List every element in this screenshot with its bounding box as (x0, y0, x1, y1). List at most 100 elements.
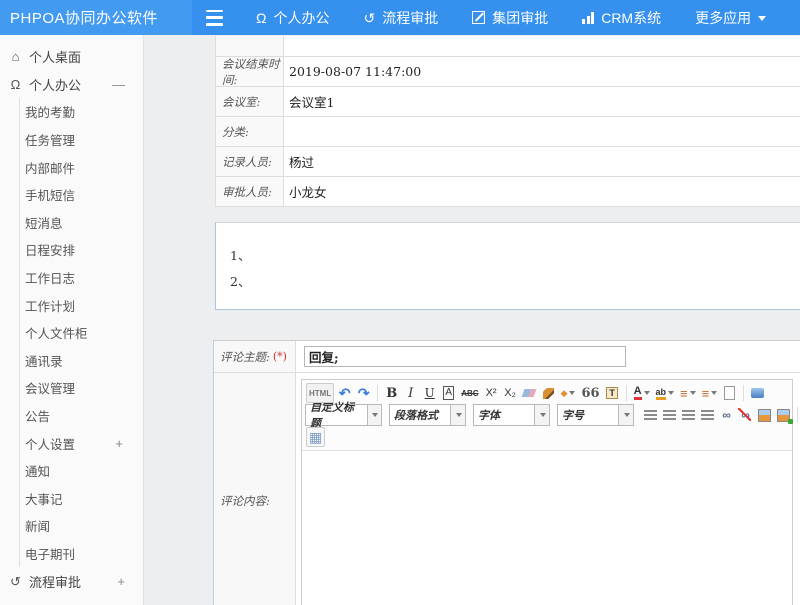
nav-crm-system[interactable]: CRM系统 (582, 8, 661, 28)
caret-down-icon (624, 413, 630, 417)
quick-format-icon[interactable]: ◆ (559, 384, 578, 402)
html-source-button[interactable]: HTML (306, 383, 334, 403)
dropdown-caret-button[interactable] (367, 405, 381, 425)
image-upload-icon[interactable] (775, 406, 792, 424)
separator (377, 385, 378, 401)
nav-group-approval[interactable]: 集团审批 (472, 8, 548, 28)
sidebar-item-label: 公告 (25, 406, 50, 425)
editor-content-area[interactable] (302, 451, 792, 605)
superscript-button[interactable]: X² (483, 384, 500, 402)
new-page-icon[interactable] (721, 384, 738, 402)
sidebar-item-contacts[interactable]: 通讯录 (19, 347, 143, 375)
align-left-icon[interactable] (642, 406, 659, 424)
sidebar-item-label: 电子期刊 (25, 544, 75, 563)
meeting-notes-textarea[interactable]: 1、2、 (215, 222, 800, 310)
meeting-info-table: 会议结束时间: 2019-08-07 11:47:00 会议室: 会议室1 分类… (215, 36, 800, 207)
sidebar-item-mobile-sms[interactable]: 手机短信 (19, 181, 143, 209)
redo-icon[interactable]: ↷ (355, 384, 372, 402)
sidebar-item-label: 任务管理 (25, 130, 75, 149)
sidebar-item-notice[interactable]: 通知 (19, 457, 143, 485)
nav-label: 流程审批 (382, 8, 438, 28)
row-value: 2019-08-07 11:47:00 (284, 57, 800, 86)
align-right-icon[interactable] (680, 406, 697, 424)
edit-square-icon (472, 11, 485, 24)
sidebar-item-schedule[interactable]: 日程安排 (19, 236, 143, 264)
strikethrough-button[interactable]: ABC (459, 384, 480, 402)
sidebar-item-work-plan[interactable]: 工作计划 (19, 291, 143, 319)
expand-toggle-icon[interactable]: + (117, 574, 125, 589)
sidebar-item-meeting-management[interactable]: 会议管理 (19, 374, 143, 402)
required-mark: (*) (273, 350, 287, 363)
sidebar-item-news[interactable]: 新闻 (19, 512, 143, 540)
bar-chart-icon (582, 12, 594, 24)
paste-text-icon[interactable]: T (604, 384, 621, 402)
comment-subject-row: 评论主题: (*) (214, 341, 800, 373)
sidebar-item-label: 大事记 (25, 489, 63, 508)
align-justify-icon[interactable] (699, 406, 716, 424)
subscript-button[interactable]: X₂ (502, 384, 519, 402)
nav-workflow-approval[interactable]: ↺ 流程审批 (363, 8, 438, 28)
sidebar-item-personal-desktop[interactable]: ⌂ 个人桌面 (0, 43, 143, 71)
sidebar-item-personal-office[interactable]: Ω 个人办公 — (0, 71, 143, 99)
editor-dropdown-paragraph-format[interactable]: 段落格式 (389, 404, 466, 426)
hamburger-menu-icon[interactable] (206, 10, 226, 26)
italic-button[interactable]: I (402, 384, 419, 402)
editor-dropdown-font-family[interactable]: 字体 (473, 404, 550, 426)
table-icon[interactable]: ▦ (306, 427, 325, 447)
nav-more-apps[interactable]: 更多应用 (695, 8, 766, 28)
sidebar-item-e-journal[interactable]: 电子期刊 (19, 540, 143, 568)
note-line: 2、 (230, 269, 800, 295)
sidebar-item-announcement[interactable]: 公告 (19, 402, 143, 430)
eraser-icon[interactable] (521, 384, 538, 402)
comment-subject-input[interactable] (304, 346, 626, 367)
align-center-icon[interactable] (661, 406, 678, 424)
row-label: 记录人员: (216, 147, 284, 176)
dropdown-caret-button[interactable] (450, 405, 465, 425)
sidebar-item-internal-mail[interactable]: 内部邮件 (19, 153, 143, 181)
sidebar-item-label: 短消息 (25, 213, 63, 232)
editor-dropdown-custom-heading[interactable]: 自定义标题 (305, 404, 382, 426)
sidebar-item-label: 工作计划 (25, 296, 75, 315)
bold-button[interactable]: B (383, 384, 400, 402)
sidebar-item-label: 会议管理 (25, 378, 75, 397)
sidebar-item-short-message[interactable]: 短消息 (19, 209, 143, 237)
row-value: 会议室1 (284, 87, 800, 116)
underline-button[interactable]: U (421, 384, 438, 402)
font-color-button[interactable]: A (632, 384, 652, 402)
blockquote-button[interactable]: 66 (579, 384, 601, 402)
sidebar-item-task-management[interactable]: 任务管理 (19, 126, 143, 154)
expand-toggle-icon[interactable]: + (115, 436, 123, 451)
format-painter-icon[interactable] (540, 384, 557, 402)
image-icon[interactable] (756, 406, 773, 424)
sidebar-item-label: 日程安排 (25, 240, 75, 259)
sidebar-item-personal-settings[interactable]: 个人设置 + (19, 429, 143, 457)
caret-down-icon (540, 413, 546, 417)
boxed-a-button[interactable]: A (440, 384, 457, 402)
row-label: 审批人员: (216, 177, 284, 206)
comment-content-label: 评论内容: (214, 373, 296, 605)
expand-toggle-icon[interactable]: — (112, 77, 125, 92)
caret-down-icon (644, 391, 650, 395)
ordered-list-button[interactable]: ≡ (678, 384, 698, 402)
sidebar-item-workflow-approval[interactable]: ↺ 流程审批 + (0, 567, 143, 595)
sidebar-item-personal-file-cabinet[interactable]: 个人文件柜 (19, 319, 143, 347)
editor-dropdown-font-size[interactable]: 字号 (557, 404, 634, 426)
dropdown-caret-button[interactable] (534, 405, 549, 425)
highlight-color-button[interactable]: ab (654, 384, 677, 402)
sidebar-item-memorabilia[interactable]: 大事记 (19, 485, 143, 513)
link-icon[interactable]: ∞ (718, 406, 735, 424)
caret-down-icon (456, 413, 462, 417)
fullscreen-icon[interactable] (749, 384, 766, 402)
sidebar-item-my-attendance[interactable]: 我的考勤 (19, 98, 143, 126)
unordered-list-button[interactable]: ≡ (700, 384, 720, 402)
table-row: 会议室: 会议室1 (216, 87, 800, 117)
dropdown-caret-button[interactable] (618, 405, 633, 425)
sidebar-item-label: 个人设置 (25, 434, 75, 453)
unlink-icon[interactable]: ∞ (737, 406, 754, 424)
caret-down-icon (569, 391, 575, 395)
nav-personal-office[interactable]: Ω 个人办公 (256, 8, 329, 28)
undo-icon[interactable]: ↶ (336, 384, 353, 402)
sidebar-item-work-log[interactable]: 工作日志 (19, 264, 143, 292)
app-logo: PHPOA协同办公软件 (0, 0, 192, 35)
caret-down-icon (711, 391, 717, 395)
